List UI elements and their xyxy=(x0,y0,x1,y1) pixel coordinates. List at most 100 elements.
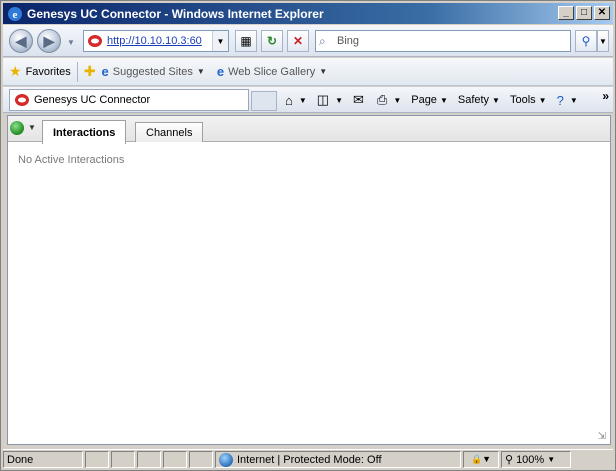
chevron-down-icon[interactable]: ▼ xyxy=(28,123,36,132)
status-pane-empty xyxy=(137,451,161,468)
forward-arrow-icon: ▶ xyxy=(43,32,55,49)
zoom-control[interactable]: ⚲ 100% ▼ xyxy=(501,451,571,468)
chevron-down-icon: ▼ xyxy=(298,95,307,105)
chevron-down-icon: ▼ xyxy=(492,95,500,105)
page-content: ▼ Interactions Channels No Active Intera… xyxy=(7,115,611,445)
ie-page-icon: e xyxy=(101,64,109,79)
home-button[interactable]: ⌂ ▼ xyxy=(285,93,307,108)
tools-menu-label: Tools xyxy=(509,94,536,106)
stop-icon: ✕ xyxy=(292,34,304,48)
navigation-bar: ◀ ▶ ▼ http://10.10.10.3:60 ▼ ▦ ↻ ✕ ⌕ Bin… xyxy=(3,25,613,57)
compatibility-view-button[interactable]: ▦ xyxy=(235,30,257,52)
add-to-favorites-bar-icon[interactable]: ✚ xyxy=(84,63,96,80)
status-bar: Done Internet | Protected Mode: Off 🔒▼ ⚲… xyxy=(3,449,613,469)
chevron-down-icon: ▼ xyxy=(335,95,343,105)
ie-logo-icon: e xyxy=(8,6,22,21)
chevron-down-icon: ▼ xyxy=(393,95,402,105)
printer-icon: ⎙ xyxy=(376,92,388,107)
help-menu[interactable]: ? ▼ xyxy=(557,93,578,108)
chevron-down-icon: ▼ xyxy=(538,95,547,105)
favorites-item-suggested-sites[interactable]: e Suggested Sites ▼ xyxy=(102,64,205,79)
stop-button[interactable]: ✕ xyxy=(287,30,309,52)
help-icon: ? xyxy=(556,92,564,108)
favorites-bar: ★ Favorites ✚ e Suggested Sites ▼ e Web … xyxy=(3,58,613,86)
print-button[interactable]: ⎙ ▼ xyxy=(377,92,401,108)
zone-text: Internet | Protected Mode: Off xyxy=(237,453,382,466)
browser-window: e Genesys UC Connector - Windows Interne… xyxy=(0,0,616,471)
chevron-down-icon: ▼ xyxy=(196,67,205,76)
status-pane-empty xyxy=(189,451,213,468)
new-tab-button[interactable] xyxy=(251,91,277,111)
tab-channels-label: Channels xyxy=(146,126,193,139)
empty-state-message: No Active Interactions xyxy=(18,154,125,166)
read-mail-button[interactable]: ✉ xyxy=(353,92,367,108)
web-slice-gallery-label: Web Slice Gallery xyxy=(228,65,316,78)
title-bar[interactable]: e Genesys UC Connector - Windows Interne… xyxy=(3,3,613,24)
genesys-site-icon xyxy=(88,35,102,47)
ie-page-icon: e xyxy=(216,64,225,79)
maximize-button[interactable]: □ xyxy=(576,6,592,20)
chevron-down-icon: ▼ xyxy=(569,95,578,105)
app-tab-strip: ▼ Interactions Channels xyxy=(8,116,610,144)
safety-menu[interactable]: Safety ▼ xyxy=(458,94,500,106)
compatibility-icon: ▦ xyxy=(240,34,252,48)
resize-grip-icon[interactable]: ⇲ xyxy=(598,431,606,442)
protected-mode-icon: 🔒▼ xyxy=(470,454,492,464)
tab-channels[interactable]: Channels xyxy=(135,122,204,142)
url-text[interactable]: http://10.10.10.3:60 xyxy=(107,35,211,47)
refresh-button[interactable]: ↻ xyxy=(261,30,283,52)
search-go-button[interactable]: ⚲ xyxy=(575,30,597,52)
window-controls: _ □ ✕ xyxy=(558,6,610,20)
search-icon: ⌕ xyxy=(319,33,326,48)
favorites-button[interactable]: ★ Favorites xyxy=(9,63,71,80)
feeds-button[interactable]: ◫ ▼ xyxy=(317,92,343,108)
back-button[interactable]: ◀ xyxy=(9,29,33,53)
svg-text:e: e xyxy=(13,9,18,21)
overflow-chevron[interactable]: » xyxy=(602,89,609,103)
safety-menu-label: Safety xyxy=(457,94,490,106)
zoom-magnifier-icon: ⚲ xyxy=(505,454,514,466)
search-box[interactable]: ⌕ Bing xyxy=(315,30,571,52)
back-arrow-icon: ◀ xyxy=(15,32,27,49)
status-indicator-icon[interactable] xyxy=(10,121,24,135)
recent-pages-dropdown[interactable]: ▼ xyxy=(67,38,75,47)
page-menu[interactable]: Page ▼ xyxy=(411,94,448,106)
mail-icon: ✉ xyxy=(353,92,364,107)
address-bar[interactable]: http://10.10.10.3:60 ▼ xyxy=(83,30,229,52)
command-bar: Genesys UC Connector ⌂ ▼ ◫ ▼ ✉ ⎙ ▼ Page ▼ Sa… xyxy=(3,87,613,113)
status-pane-empty xyxy=(111,451,135,468)
home-icon: ⌂ xyxy=(285,92,293,108)
favorites-star-icon: ★ xyxy=(9,63,22,79)
tab-interactions-label: Interactions xyxy=(53,126,116,139)
tab-interactions[interactable]: Interactions xyxy=(42,120,127,144)
favorites-label: Favorites xyxy=(25,65,71,78)
genesys-site-icon xyxy=(15,94,29,106)
address-dropdown[interactable]: ▼ xyxy=(212,31,228,51)
tools-menu[interactable]: Tools ▼ xyxy=(510,94,547,106)
magnifier-icon: ⚲ xyxy=(581,34,591,48)
page-menu-label: Page xyxy=(411,94,437,106)
chevron-down-icon: ▼ xyxy=(439,95,448,105)
browser-tab-genesys[interactable]: Genesys UC Connector xyxy=(9,89,249,111)
search-options-dropdown[interactable]: ▼ xyxy=(597,30,609,52)
minimize-button[interactable]: _ xyxy=(558,6,574,20)
browser-tab-label: Genesys UC Connector xyxy=(34,94,151,106)
favorites-item-web-slice-gallery[interactable]: e Web Slice Gallery ▼ xyxy=(217,64,327,79)
favorites-separator xyxy=(76,61,78,82)
forward-button[interactable]: ▶ xyxy=(37,29,61,53)
search-placeholder: Bing xyxy=(337,35,360,47)
chevron-down-icon: ▼ xyxy=(319,67,328,76)
suggested-sites-label: Suggested Sites xyxy=(112,65,193,78)
internet-globe-icon xyxy=(219,452,233,467)
chevron-down-icon: ▼ xyxy=(547,455,556,464)
status-pane-empty xyxy=(163,451,187,468)
rss-feed-icon: ◫ xyxy=(316,92,330,107)
window-title: Genesys UC Connector - Windows Internet … xyxy=(27,6,324,21)
command-buttons: ⌂ ▼ ◫ ▼ ✉ ⎙ ▼ Page ▼ Safety ▼ Tools ▼ ? ▼ xyxy=(285,91,588,109)
protected-mode-button[interactable]: 🔒▼ xyxy=(463,451,499,468)
refresh-icon: ↻ xyxy=(266,34,278,48)
zoom-level: 100% xyxy=(516,453,545,466)
status-text: Done xyxy=(3,451,83,468)
security-zone[interactable]: Internet | Protected Mode: Off xyxy=(215,451,461,468)
close-button[interactable]: ✕ xyxy=(594,6,610,20)
